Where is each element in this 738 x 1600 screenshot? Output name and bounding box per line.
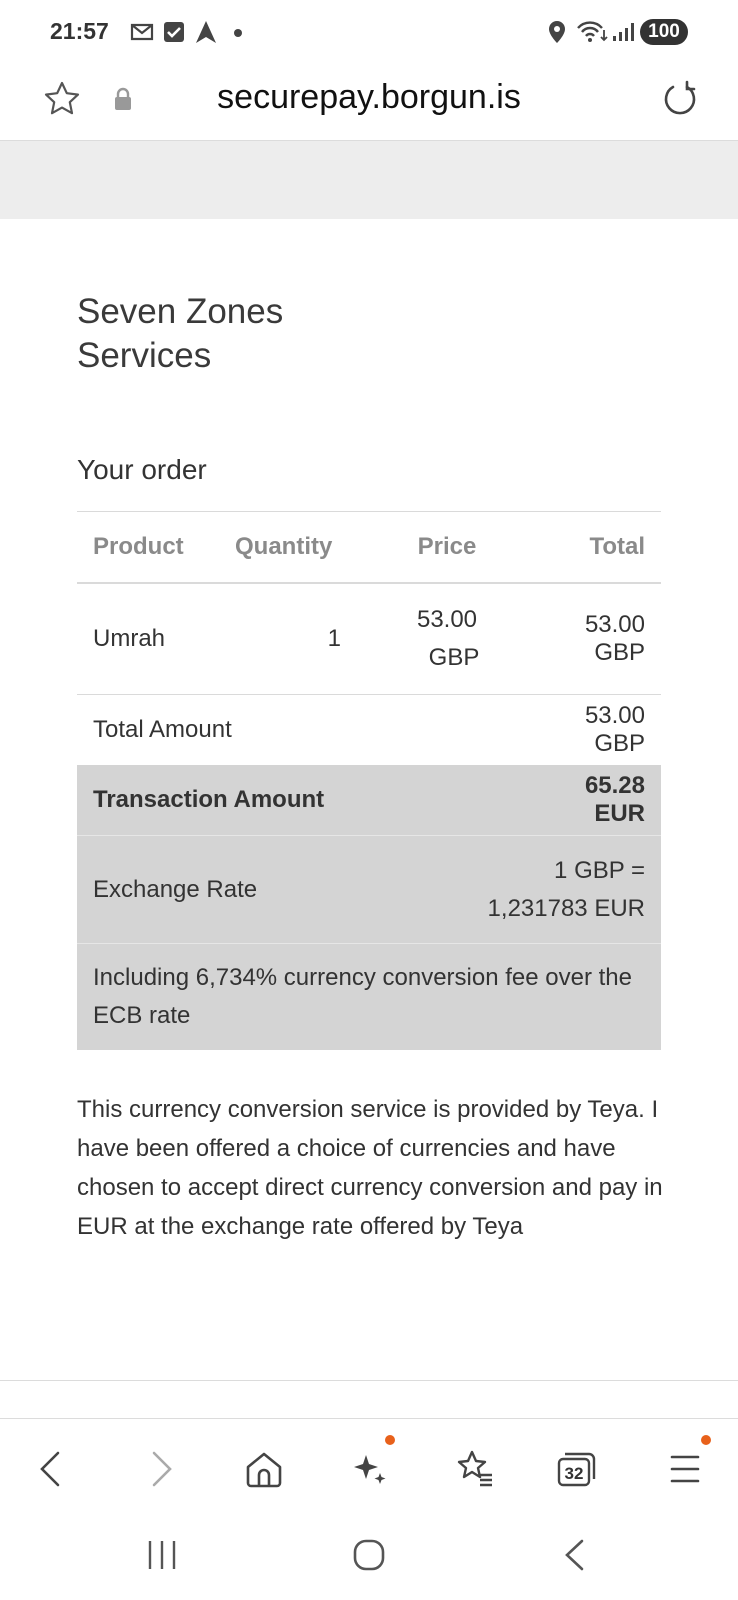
url-text[interactable]: securepay.borgun.is xyxy=(0,78,738,117)
table-header-row: Product Quantity Price Total xyxy=(77,511,661,584)
transaction-amount-value: 65.28 EUR xyxy=(513,765,661,836)
order-title: Your order xyxy=(77,454,207,485)
bookmarks-icon[interactable] xyxy=(452,1447,496,1491)
gmail-icon xyxy=(130,23,154,41)
exchange-rate-row: Exchange Rate 1 GBP = 1,231783 EUR xyxy=(77,835,661,944)
recent-apps-icon[interactable] xyxy=(146,1538,178,1572)
conversion-fee-note: Including 6,734% currency conversion fee… xyxy=(77,943,661,1050)
content-divider xyxy=(0,1380,738,1381)
table-row: Umrah 1 53.00 GBP 53.00 GBP xyxy=(77,583,661,695)
forward-icon[interactable] xyxy=(138,1447,182,1491)
conversion-fee-row: Including 6,734% currency conversion fee… xyxy=(77,943,661,1050)
exchange-rate-line1: 1 GBP = xyxy=(554,856,645,884)
item-quantity: 1 xyxy=(219,583,381,695)
reload-icon[interactable] xyxy=(660,79,698,117)
item-total: 53.00 GBP xyxy=(513,583,661,695)
item-product: Umrah xyxy=(77,583,219,695)
exchange-rate-line2: 1,231783 EUR xyxy=(487,894,645,922)
more-notifications-dot-icon xyxy=(234,29,242,37)
page-header-band xyxy=(0,141,738,219)
column-header-quantity: Quantity xyxy=(219,511,381,584)
item-price-currency: GBP xyxy=(428,644,480,671)
back-button-icon[interactable] xyxy=(562,1538,586,1572)
menu-notification-dot xyxy=(701,1435,711,1445)
navigation-arrow-icon xyxy=(196,21,216,43)
status-bar: 21:57 100 xyxy=(0,0,738,62)
exchange-rate-label: Exchange Rate xyxy=(77,835,381,944)
total-amount-value: 53.00 GBP xyxy=(584,702,645,757)
signal-icon xyxy=(613,23,634,41)
address-bar[interactable]: securepay.borgun.is xyxy=(0,62,738,141)
column-header-product: Product xyxy=(77,511,219,584)
dcc-disclaimer: This currency conversion service is prov… xyxy=(77,1096,663,1240)
total-amount-row: Total Amount 53.00 GBP xyxy=(77,695,661,766)
home-icon[interactable] xyxy=(242,1447,286,1491)
battery-indicator: 100 xyxy=(640,19,688,45)
menu-icon[interactable] xyxy=(664,1447,708,1491)
tab-count: 32 xyxy=(564,1464,584,1483)
back-icon[interactable] xyxy=(30,1447,74,1491)
wifi-icon xyxy=(577,21,608,42)
total-amount-label: Total Amount xyxy=(93,716,232,743)
home-button-icon[interactable] xyxy=(352,1538,386,1572)
transaction-amount-label: Transaction Amount xyxy=(77,765,513,836)
transaction-amount-row: Transaction Amount 65.28 EUR xyxy=(77,765,661,836)
checkbox-notification-icon xyxy=(164,22,184,42)
system-navigation-bar xyxy=(0,1510,738,1600)
column-header-total: Total xyxy=(513,511,661,584)
exchange-rate-value: 1 GBP = 1,231783 EUR xyxy=(381,835,661,944)
merchant-name: Seven Zones Services xyxy=(77,292,284,375)
order-table: Product Quantity Price Total Umrah 1 53.… xyxy=(77,511,661,1050)
item-price-amount: 53.00 xyxy=(416,606,478,633)
ai-notification-dot xyxy=(385,1435,395,1445)
browser-toolbar: 32 xyxy=(0,1418,738,1504)
column-header-price: Price xyxy=(381,511,513,584)
clock: 21:57 xyxy=(50,18,109,44)
ai-sparkle-icon[interactable] xyxy=(348,1447,392,1491)
location-icon xyxy=(549,21,565,43)
item-price: 53.00 GBP xyxy=(381,583,513,695)
tabs-button[interactable]: 32 xyxy=(557,1451,596,1487)
